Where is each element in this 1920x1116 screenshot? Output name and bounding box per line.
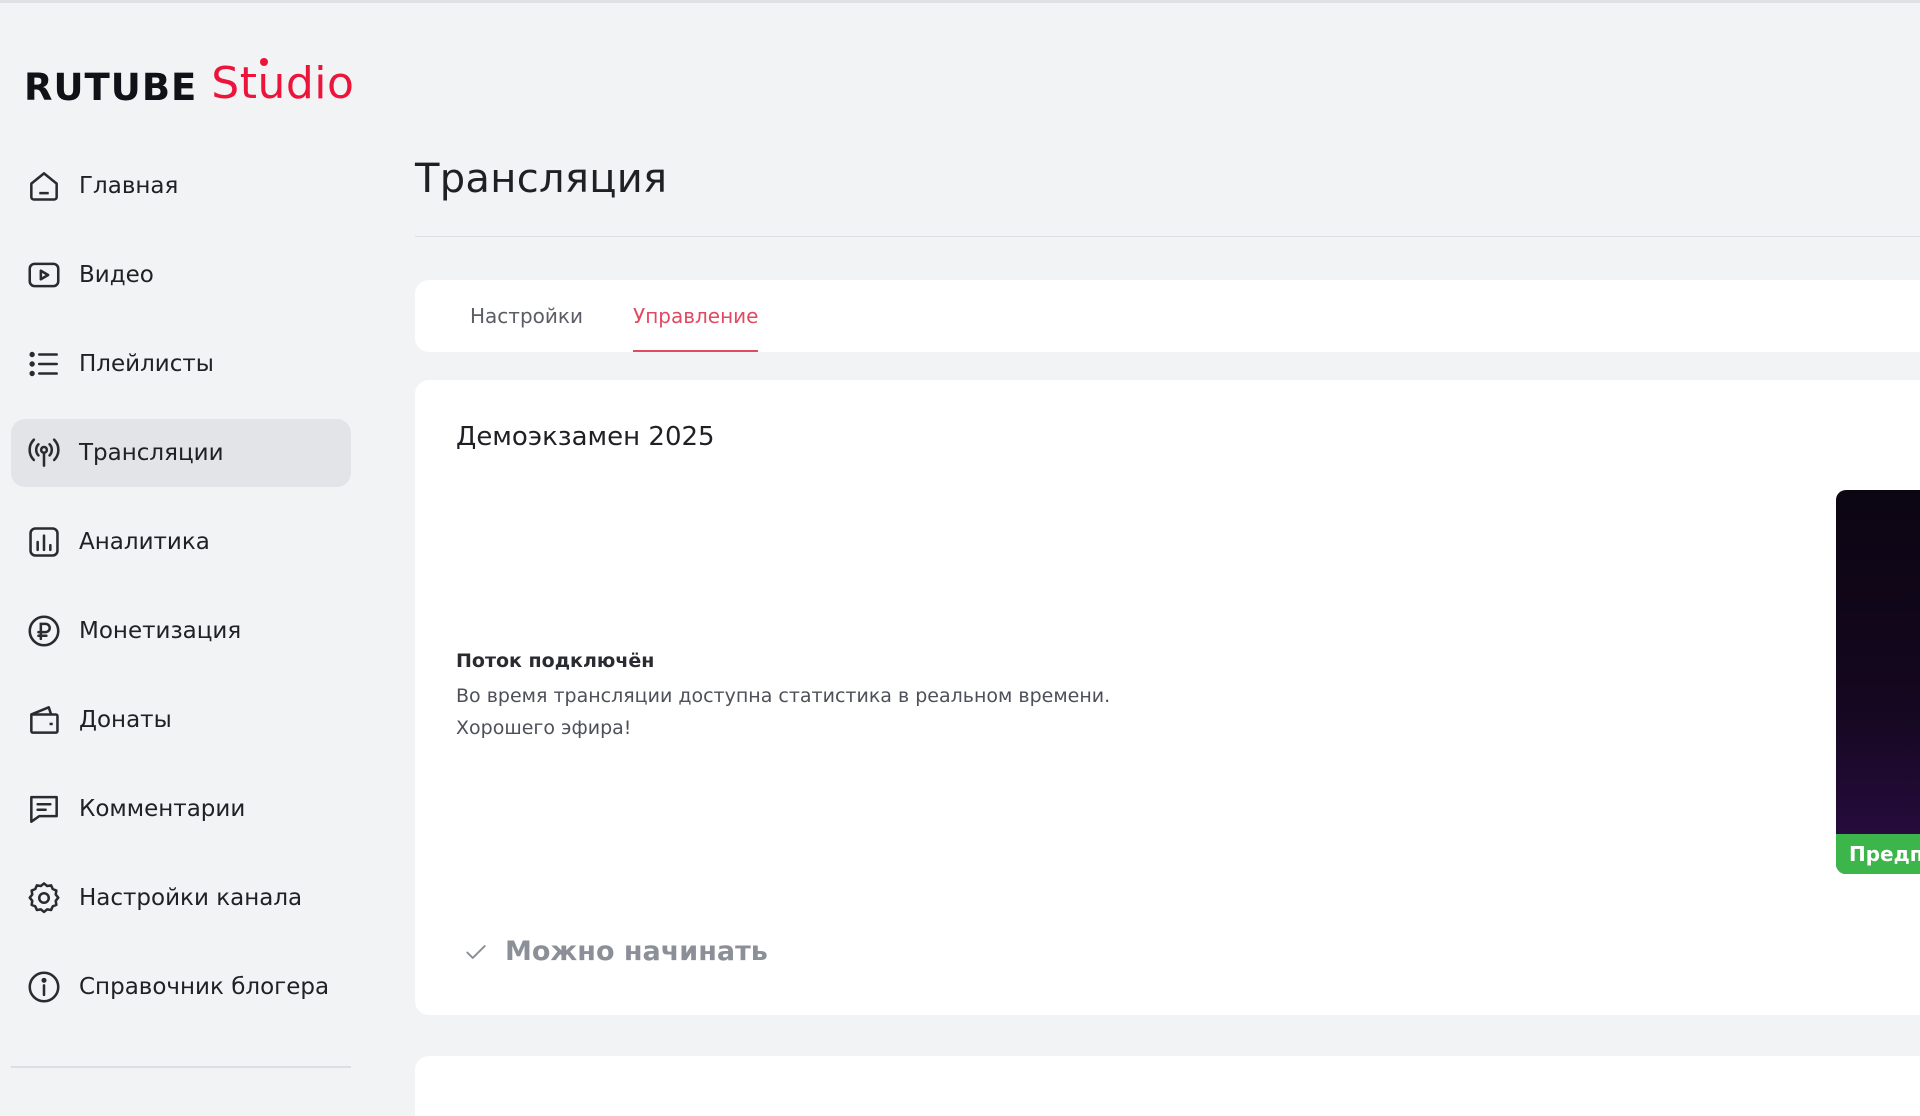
stream-preview[interactable]: Предпр [1836,490,1920,874]
sidebar-divider [11,1066,351,1068]
rutube-studio-logo[interactable]: RUTUBE Studio [24,56,354,106]
stream-name: Демоэкзамен 2025 [456,422,715,452]
tabs-bar: Настройки Управление [415,280,1920,352]
ready-label: Можно начинать [505,936,768,967]
video-icon [25,256,63,294]
sidebar-item-home[interactable]: Главная [11,152,351,220]
home-icon [25,167,63,205]
sidebar-item-comments[interactable]: Комментарии [11,775,351,843]
sidebar-item-channel-settings[interactable]: Настройки канала [11,864,351,932]
ruble-icon [25,612,63,650]
wallet-icon [25,701,63,739]
info-icon [25,968,63,1006]
analytics-icon [25,523,63,561]
logo-product: Studio [211,58,355,109]
sidebar-item-label: Справочник блогера [79,974,330,1000]
tab-management[interactable]: Управление [633,280,759,352]
broadcast-icon [25,434,63,472]
sidebar-item-label: Видео [79,262,154,288]
sidebar-nav: Главная Видео Плейлисты Трансляции Анали… [11,152,351,1042]
stream-status-title: Поток подключён [456,650,655,672]
sidebar-item-label: Трансляции [79,440,224,466]
sidebar-item-blogger-guide[interactable]: Справочник блогера [11,953,351,1021]
check-icon [466,944,486,959]
sidebar-item-playlists[interactable]: Плейлисты [11,330,351,398]
logo-brand: RUTUBE [24,66,198,109]
sidebar-item-video[interactable]: Видео [11,241,351,309]
sidebar-item-label: Аналитика [79,529,210,555]
sidebar-item-donations[interactable]: Донаты [11,686,351,754]
sidebar-item-label: Главная [79,173,179,199]
title-divider [415,236,1920,237]
preview-badge: Предпр [1836,834,1920,874]
gear-icon [25,879,63,917]
page-title: Трансляция [415,156,668,202]
logo-dot [260,58,268,66]
playlist-icon [25,345,63,383]
sidebar-item-label: Донаты [79,707,172,733]
sidebar-item-monetization[interactable]: Монетизация [11,597,351,665]
sidebar-item-label: Плейлисты [79,351,214,377]
stream-status-wish: Хорошего эфира! [456,717,632,739]
top-border [0,0,1920,3]
preview-badge-label: Предпр [1849,842,1920,866]
comment-icon [25,790,63,828]
sidebar-item-analytics[interactable]: Аналитика [11,508,351,576]
tab-settings[interactable]: Настройки [470,280,583,352]
sidebar-item-label: Настройки канала [79,885,303,911]
sidebar-item-label: Монетизация [79,618,242,644]
stream-status-text: Во время трансляции доступна статистика … [456,685,1111,707]
sidebar-item-broadcasts[interactable]: Трансляции [11,419,351,487]
stream-control-card: Демоэкзамен 2025 Поток подключён Во врем… [415,380,1920,1015]
ready-status: Можно начинать [463,936,768,967]
sidebar-item-label: Комментарии [79,796,246,822]
next-card [415,1056,1920,1116]
